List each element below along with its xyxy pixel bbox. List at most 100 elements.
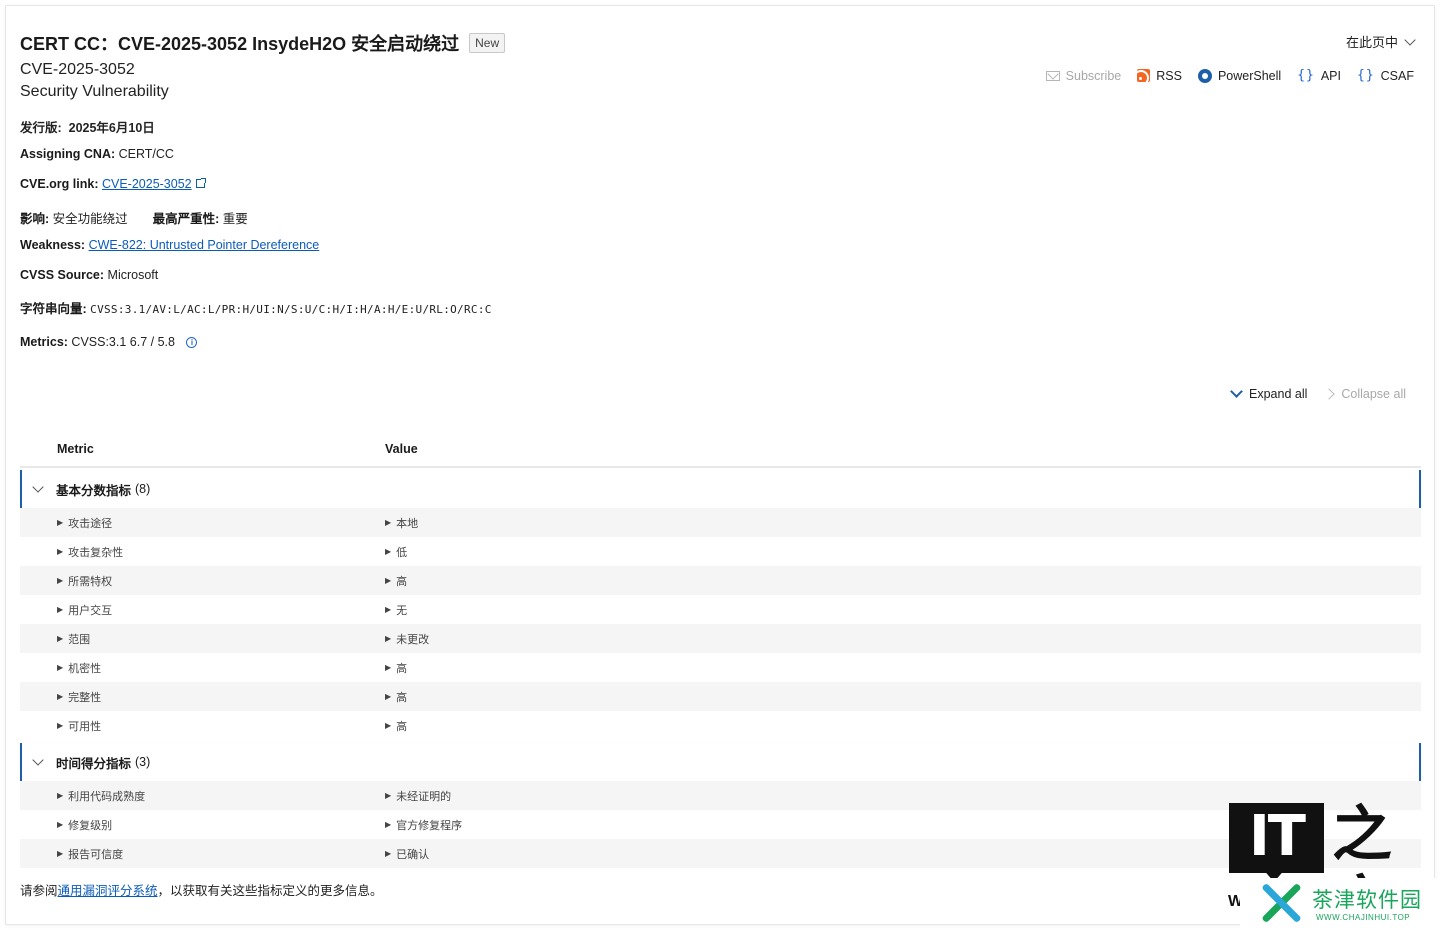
metrics-value: CVSS:3.1 6.7 / 5.8	[71, 335, 175, 349]
metric-cell[interactable]: ▶ 可用性	[20, 718, 385, 734]
metric-value: 未经证明的	[396, 790, 452, 803]
table-row: ▶ 完整性 ▶ 高	[20, 682, 1421, 711]
caret-right-icon: ▶	[385, 605, 392, 614]
cna-field: Assigning CNA: CERT/CC	[20, 147, 174, 161]
cna-value: CERT/CC	[118, 147, 174, 161]
value-cell[interactable]: ▶ 未经证明的	[385, 788, 451, 804]
metric-cell[interactable]: ▶ 攻击复杂性	[20, 544, 385, 560]
footnote: 请参阅通用漏洞评分系统，以获取有关这些指标定义的更多信息。	[20, 880, 383, 899]
release-field: 发行版: 2025年6月10日	[20, 117, 155, 136]
cveorg-field: CVE.org link: CVE-2025-3052	[20, 177, 206, 191]
chevron-down-icon	[1404, 33, 1416, 46]
group-count: (8)	[135, 482, 151, 496]
caret-right-icon: ▶	[57, 605, 64, 614]
cvss-source-value: Microsoft	[107, 268, 159, 282]
vulnerability-type: Security Vulnerability	[20, 83, 169, 100]
group-base-score[interactable]: 基本分数指标 (8)	[20, 470, 1421, 508]
weakness-link[interactable]: CWE-822: Untrusted Pointer Dereference	[89, 238, 320, 252]
metric-cell[interactable]: ▶ 范围	[20, 631, 385, 647]
table-row: ▶ 可用性 ▶ 高	[20, 711, 1421, 740]
metric-cell[interactable]: ▶ 用户交互	[20, 602, 385, 618]
info-icon[interactable]: i	[186, 337, 198, 348]
value-cell[interactable]: ▶ 无	[385, 602, 407, 618]
table-row: ▶ 利用代码成熟度 ▶ 未经证明的	[20, 781, 1421, 810]
expand-all-button[interactable]: Expand all	[1230, 385, 1308, 401]
metric-cell[interactable]: ▶ 报告可信度	[20, 846, 385, 862]
column-header-metric: Metric	[57, 442, 94, 456]
subscribe-button[interactable]: Subscribe	[1045, 69, 1121, 83]
metric-cell[interactable]: ▶ 利用代码成熟度	[20, 788, 385, 804]
collapse-all-button[interactable]: Collapse all	[1323, 387, 1406, 401]
table-row: ▶ 报告可信度 ▶ 已确认	[20, 839, 1421, 868]
api-button[interactable]: {} API	[1297, 68, 1341, 83]
caret-right-icon: ▶	[57, 634, 64, 643]
csaf-button[interactable]: {} CSAF	[1357, 68, 1414, 83]
group-temporal-score[interactable]: 时间得分指标 (3)	[20, 743, 1421, 781]
caret-right-icon: ▶	[385, 692, 392, 701]
chevron-down-icon	[32, 754, 44, 766]
value-cell[interactable]: ▶ 未更改	[385, 631, 429, 647]
powershell-button[interactable]: PowerShell	[1197, 68, 1281, 83]
vector-label: 字符串向量:	[20, 302, 87, 316]
table-row: ▶ 用户交互 ▶ 无	[20, 595, 1421, 624]
caret-right-icon: ▶	[57, 518, 64, 527]
braces-icon: {}	[1297, 68, 1315, 83]
ithome-logo-text: IT	[1248, 804, 1306, 869]
metric-cell[interactable]: ▶ 机密性	[20, 660, 385, 676]
impact-value: 安全功能绕过	[52, 212, 128, 226]
value-cell[interactable]: ▶ 高	[385, 718, 407, 734]
table-row: ▶ 攻击途径 ▶ 本地	[20, 508, 1421, 537]
api-label: API	[1320, 68, 1341, 83]
release-date: 2025年6月10日	[68, 121, 155, 135]
table-header: Metric Value	[20, 432, 1421, 468]
toolbar: Subscribe RSS PowerShell {} API {} CSAF	[1045, 68, 1414, 83]
metric-name: 报告可信度	[68, 848, 124, 861]
value-cell[interactable]: ▶ 低	[385, 544, 407, 560]
braces-icon: {}	[1357, 68, 1375, 83]
expand-all-label: Expand all	[1249, 387, 1308, 401]
cvss-source-field: CVSS Source: Microsoft	[20, 268, 158, 282]
value-cell[interactable]: ▶ 高	[385, 689, 407, 705]
vector-value: CVSS:3.1/AV:L/AC:L/PR:H/UI:N/S:U/C:H/I:H…	[90, 303, 492, 316]
metrics-field: Metrics: CVSS:3.1 6.7 / 5.8 i	[20, 335, 198, 349]
caret-right-icon: ▶	[385, 721, 392, 730]
github-icon	[1197, 68, 1212, 83]
metric-cell[interactable]: ▶ 修复级别	[20, 817, 385, 833]
metric-name: 利用代码成熟度	[68, 790, 146, 803]
metric-cell[interactable]: ▶ 攻击途径	[20, 515, 385, 531]
caret-right-icon: ▶	[385, 576, 392, 585]
impact-field: 影响: 安全功能绕过 最高严重性: 重要	[20, 208, 248, 227]
cveorg-link[interactable]: CVE-2025-3052	[102, 177, 192, 191]
caret-right-icon: ▶	[57, 692, 64, 701]
value-cell[interactable]: ▶ 高	[385, 573, 407, 589]
metric-value: 官方修复程序	[396, 819, 463, 832]
weakness-field: Weakness: CWE-822: Untrusted Pointer Der…	[20, 238, 319, 252]
impact-label: 影响:	[20, 212, 50, 226]
value-cell[interactable]: ▶ 本地	[385, 515, 418, 531]
metric-name: 用户交互	[68, 604, 113, 617]
chajinhui-url: WWW.CHAJINHUI.TOP	[1316, 913, 1411, 922]
metric-name: 攻击复杂性	[68, 546, 124, 559]
expand-collapse-controls: Expand all Collapse all	[1230, 385, 1406, 401]
group-base-rows: ▶ 攻击途径 ▶ 本地 ▶ 攻击复杂性 ▶ 低 ▶ 所需特权 ▶ 高 ▶ 用户交互 ▶ 无 ▶ 范围 ▶ 未更…	[20, 508, 1421, 740]
value-cell[interactable]: ▶ 官方修复程序	[385, 817, 462, 833]
metric-cell[interactable]: ▶ 完整性	[20, 689, 385, 705]
value-cell[interactable]: ▶ 高	[385, 660, 407, 676]
weakness-label: Weakness:	[20, 238, 86, 252]
metric-cell[interactable]: ▶ 所需特权	[20, 573, 385, 589]
value-cell[interactable]: ▶ 已确认	[385, 846, 429, 862]
metric-value: 本地	[396, 517, 419, 530]
cvss-reference-link[interactable]: 通用漏洞评分系统	[58, 884, 158, 898]
metric-value: 高	[396, 662, 408, 675]
page-title: CERT CC：CVE-2025-3052 InsydeH2O 安全启动绕过	[20, 34, 460, 54]
on-this-page-dropdown[interactable]: 在此页中	[1346, 32, 1416, 51]
release-label: 发行版:	[20, 121, 62, 135]
caret-right-icon: ▶	[385, 820, 392, 829]
metric-value: 高	[396, 575, 408, 588]
metric-name: 机密性	[68, 662, 102, 675]
metric-value: 未更改	[396, 633, 430, 646]
rss-button[interactable]: RSS	[1137, 69, 1182, 83]
table-row: ▶ 所需特权 ▶ 高	[20, 566, 1421, 595]
caret-right-icon: ▶	[57, 547, 64, 556]
caret-right-icon: ▶	[385, 849, 392, 858]
